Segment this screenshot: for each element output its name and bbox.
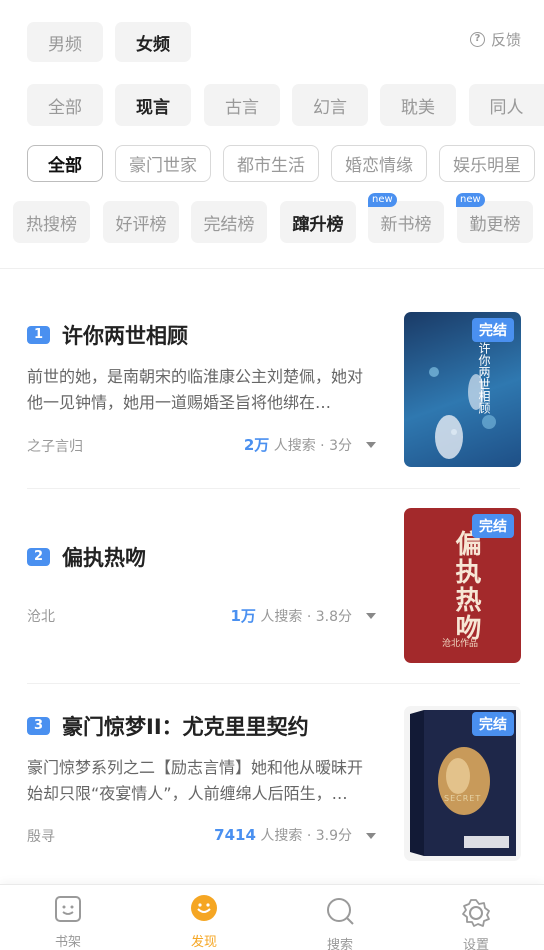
book-stats: 2万 人搜索 · 3分 <box>244 434 352 455</box>
book-stats: 7414 人搜索 · 3.9分 <box>214 825 352 845</box>
tab-label: 搜索 <box>326 938 353 950</box>
rank-tab-rising[interactable]: 蹿升榜 <box>280 201 356 243</box>
book-title: 许你两世相顾 <box>62 324 188 348</box>
tab-search[interactable]: 搜索 <box>272 885 408 950</box>
subtab-wealthy[interactable]: 豪门世家 <box>115 145 211 182</box>
cover-title: 许你两世相顾 <box>477 342 491 414</box>
book-cover[interactable]: 许你两世相顾 完结 <box>404 312 521 467</box>
category-tab-fantasy[interactable]: 幻言 <box>292 84 368 126</box>
help-icon: ? <box>470 32 485 47</box>
book-description: 前世的她，是南朝宋的临淮康公主刘楚佩，她对他一见钟情，她用一道赐婚圣旨将他绑在… <box>27 367 364 412</box>
rank-tabs: 热搜榜 好评榜 完结榜 蹿升榜 新书榜 勤更榜 <box>0 201 544 245</box>
cover-title: 偏执热吻 <box>451 530 481 642</box>
subtab-romance[interactable]: 婚恋情缘 <box>331 145 427 182</box>
tab-male[interactable]: 男频 <box>27 22 103 62</box>
category-tab-ancient[interactable]: 古言 <box>204 84 280 126</box>
subtab-all[interactable]: 全部 <box>27 145 103 182</box>
book-author[interactable]: 沧北 <box>27 606 55 626</box>
discover-icon <box>191 895 217 921</box>
search-icon <box>327 898 354 925</box>
chevron-down-icon[interactable] <box>366 833 376 839</box>
tab-discover[interactable]: 发现 <box>136 885 272 950</box>
search-suffix: 人搜索 · 3.8分 <box>260 609 352 625</box>
row-divider <box>27 488 520 489</box>
rank-tab-new[interactable]: 新书榜 <box>368 201 444 243</box>
search-suffix: 人搜索 · 3分 <box>273 438 352 454</box>
book-title: 豪门惊梦II：尤克里里契约 <box>62 715 309 739</box>
settings-icon <box>462 899 490 927</box>
cover-title: SECRET <box>444 794 482 803</box>
subtab-urban[interactable]: 都市生活 <box>223 145 319 182</box>
tab-label: 设置 <box>462 938 489 950</box>
search-count: 7414 <box>214 826 256 844</box>
tab-settings[interactable]: 设置 <box>408 885 544 950</box>
row-divider <box>27 683 520 684</box>
rank-badge: 3 <box>27 717 50 735</box>
rank-tab-new-label: 新书榜 <box>380 214 432 235</box>
completed-badge: 完结 <box>472 514 514 538</box>
rank-tab-updates-label: 勤更榜 <box>469 214 521 235</box>
section-divider <box>0 268 544 269</box>
new-badge: new <box>368 193 397 207</box>
book-author[interactable]: 之子言归 <box>27 436 83 456</box>
search-count: 1万 <box>230 607 256 625</box>
rank-tab-hot[interactable]: 热搜榜 <box>13 201 90 243</box>
completed-badge: 完结 <box>472 318 514 342</box>
book-description: 豪门惊梦系列之二【励志言情】她和他从暧昧开始却只限“夜宴情人”，人前缠绵人后陌生… <box>27 758 364 803</box>
feedback-label: 反馈 <box>491 31 522 49</box>
new-badge: new <box>456 193 485 207</box>
rank-tab-rating[interactable]: 好评榜 <box>103 201 179 243</box>
completed-badge: 完结 <box>472 712 514 736</box>
tab-female[interactable]: 女频 <box>115 22 191 62</box>
subtab-celebrity[interactable]: 娱乐明星 <box>439 145 535 182</box>
search-suffix: 人搜索 · 3.9分 <box>260 828 352 844</box>
rank-tab-updates[interactable]: 勤更榜 <box>457 201 533 243</box>
feedback-button[interactable]: ? 反馈 <box>470 29 521 50</box>
chevron-down-icon[interactable] <box>366 613 376 619</box>
category-tab-modern[interactable]: 现言 <box>115 84 191 126</box>
book-author[interactable]: 殷寻 <box>27 826 55 846</box>
book-cover[interactable]: 偏执热吻 沧北作品 完结 <box>404 508 521 663</box>
book-cover[interactable]: SECRET 完结 <box>404 706 521 861</box>
rank-tab-completed[interactable]: 完结榜 <box>191 201 267 243</box>
rank-badge: 1 <box>27 326 50 344</box>
tab-label: 发现 <box>190 935 217 950</box>
rank-badge: 2 <box>27 548 50 566</box>
book-stats: 1万 人搜索 · 3.8分 <box>230 605 352 626</box>
search-count: 2万 <box>243 436 270 454</box>
bottom-tab-bar: 书架 发现 搜索 设置 <box>0 884 544 950</box>
tab-label: 书架 <box>54 935 81 950</box>
category-tab-danmei[interactable]: 耽美 <box>380 84 456 126</box>
chevron-down-icon[interactable] <box>366 442 376 448</box>
bookshelf-icon <box>55 896 81 922</box>
category-tab-all[interactable]: 全部 <box>27 84 103 126</box>
tab-bookshelf[interactable]: 书架 <box>0 885 136 950</box>
category-tab-fanfic[interactable]: 同人 <box>469 84 544 126</box>
cover-author: 沧北作品 <box>442 639 479 649</box>
book-title: 偏执热吻 <box>62 546 146 570</box>
